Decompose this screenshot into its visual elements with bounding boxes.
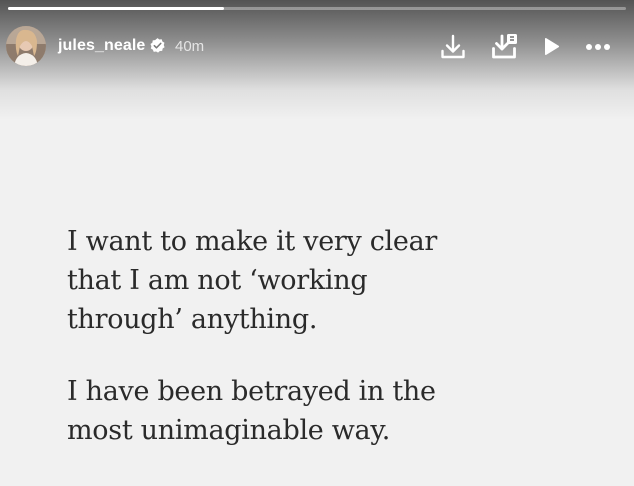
save-button[interactable] xyxy=(490,32,520,62)
more-options-button[interactable] xyxy=(583,32,613,62)
story-text-line: most unimaginable way. xyxy=(67,415,391,446)
play-icon xyxy=(545,38,560,55)
story-progress-fill xyxy=(8,7,225,10)
more-options-icon xyxy=(586,44,610,50)
verified-badge-icon xyxy=(150,38,165,53)
save-to-collection-icon xyxy=(492,34,517,59)
avatar[interactable] xyxy=(6,26,46,66)
story-header: jules_neale 40m xyxy=(0,22,634,70)
story-viewer[interactable]: jules_neale 40m I want to make it very c… xyxy=(0,0,634,486)
story-paragraph-2: I have been betrayed in the most unimagi… xyxy=(67,372,436,450)
avatar-image xyxy=(6,26,46,66)
story-text-line: I have been betrayed in the xyxy=(67,376,436,407)
username[interactable]: jules_neale xyxy=(58,37,145,55)
play-button[interactable] xyxy=(536,32,566,62)
story-text-line: that I am not ‘working xyxy=(67,265,368,296)
story-text-line: through’ anything. xyxy=(67,304,318,335)
download-icon xyxy=(441,34,465,59)
story-paragraph-1: I want to make it very clear that I am n… xyxy=(67,222,437,339)
post-time: 40m xyxy=(175,38,205,55)
story-progress-bar xyxy=(8,7,626,10)
story-text-line: I want to make it very clear xyxy=(67,226,437,257)
download-button[interactable] xyxy=(438,32,468,62)
